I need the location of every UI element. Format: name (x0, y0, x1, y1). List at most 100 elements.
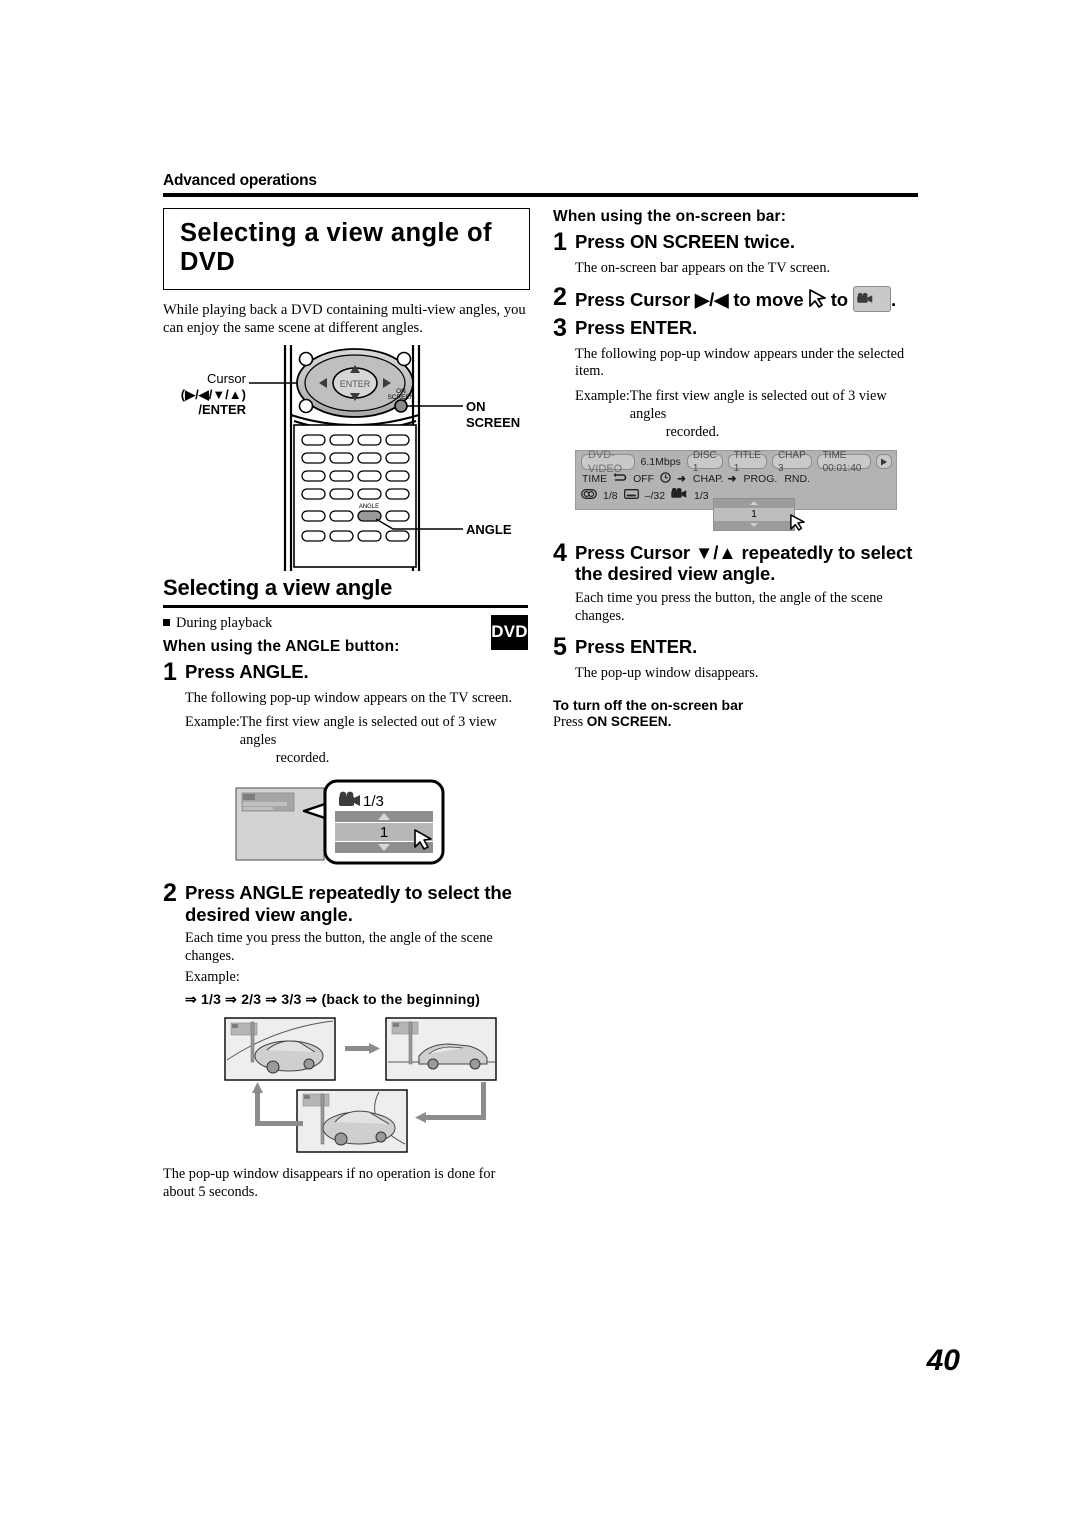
left-step-2-body: Each time you press the button, the angl… (185, 930, 493, 965)
left-step-1: 1 Press ANGLE. (163, 659, 528, 685)
left-example-label: Example: (185, 714, 240, 731)
right-step-1-body: The on-screen bar appears on the TV scre… (575, 260, 831, 276)
clock-icon (660, 472, 671, 486)
right-step-5: 5 Press ENTER. (553, 634, 920, 660)
left-step-1-number: 1 (163, 657, 177, 686)
osb-angle-value: 1/3 (694, 489, 709, 502)
inline-angle-camera-icon (857, 292, 873, 303)
osb-chapter-chip: CHAP 3 (771, 450, 812, 474)
right-step-3: 3 Press ENTER. (553, 315, 920, 341)
view-angle-examples-svg (224, 1017, 497, 1153)
osb-format-chip: DVD-VIDEO (581, 449, 635, 475)
triangle-down-icon (750, 523, 758, 528)
during-playback-line: During playback (163, 615, 528, 632)
left-step-1-title: Press ANGLE. (185, 660, 309, 682)
osb-disc-chip: DISC 1 (686, 450, 723, 474)
turn-off-heading: To turn off the on-screen bar (553, 696, 744, 713)
right-column: When using the on-screen bar: 1 Press ON… (553, 208, 920, 731)
right-step-3-body: The following pop-up window appears unde… (575, 345, 905, 380)
svg-text:ANGLE: ANGLE (359, 504, 379, 510)
right-subhead: When using the on-screen bar: (553, 208, 787, 225)
left-step-2-number: 2 (163, 879, 177, 907)
popup-down-row (714, 520, 794, 530)
cursor-keys-label: (▶/◀/▼/▲) (180, 387, 246, 403)
popup-up-row (714, 498, 794, 508)
page-number: 40 (926, 1344, 960, 1377)
section-heading: Selecting a view angle (163, 575, 393, 601)
osb-subtitle-value: –/32 (644, 489, 666, 502)
section-rule (163, 605, 528, 608)
popup-mouse-cursor-icon (790, 514, 805, 534)
manual-page: Advanced operations Selecting a view ang… (0, 0, 1080, 1528)
right-step-2-number: 2 (553, 282, 567, 311)
left-step-1-example: Example: The first view angle is selecte… (185, 714, 528, 768)
on-screen-bar-row-1: DVD-VIDEO 6.1Mbps DISC 1 TITLE 1 CHAP 3 … (581, 449, 892, 475)
left-subhead: When using the ANGLE button: (163, 637, 400, 655)
osb-clock-arrow: ➜ (677, 472, 686, 485)
right-step-4-number: 4 (553, 538, 567, 567)
osb-chapter-label: CHAP. (692, 472, 724, 485)
running-head-rule (163, 193, 918, 197)
on-screen-bar-popup: 1 (713, 497, 805, 531)
osb-program-label: PROG. (743, 472, 778, 485)
osb-repeat-value: OFF (633, 472, 655, 485)
right-step-3-title: Press ENTER. (575, 316, 698, 338)
osb-chapter-arrow: ➜ (727, 472, 737, 485)
right-step-4-body: Each time you press the button, the angl… (575, 590, 883, 624)
remote-control-figure: ENTER ON SCREEN ANGLE Cursor (▶/◀/▼/▲) /… (163, 343, 528, 575)
osb-time-chip: TIME 00:01:40 (816, 450, 871, 474)
left-step-2-title: Press ANGLE repeatedly to select the des… (185, 882, 512, 925)
triangle-up-icon (750, 501, 758, 506)
right-example-text: The first view angle is selected out of … (629, 388, 887, 440)
left-column: Selecting a view angle of DVD While play… (163, 208, 530, 1202)
left-example-text: The first view angle is selected out of … (239, 714, 497, 767)
osb-audio-value: 1/8 (603, 489, 618, 502)
subtitle-icon (623, 489, 639, 502)
angle-example-3 (296, 1089, 408, 1153)
left-step-2: 2 Press ANGLE repeatedly to select the d… (163, 880, 528, 925)
right-step-1-number: 1 (553, 228, 567, 256)
popup-value: 1 (714, 507, 794, 521)
left-step-2-sequence: ⇒ 1/3 ⇒ 2/3 ⇒ 3/3 ⇒ (back to the beginni… (185, 990, 481, 1007)
on-screen-callout-label: ON SCREEN (466, 399, 521, 430)
osb-random-label: RND. (784, 472, 810, 485)
running-head: Advanced operations (163, 172, 317, 189)
dvd-badge: DVD (491, 614, 528, 650)
view-angle-examples-figure (223, 1016, 528, 1156)
turn-off-text: Press ON SCREEN. (553, 713, 672, 730)
right-example-label: Example: (575, 388, 630, 405)
repeat-icon (613, 472, 627, 486)
osb-time-label: TIME (582, 472, 608, 485)
popup-angle-value-text: 1/3 (363, 793, 384, 810)
angle-camera-icon (671, 488, 688, 503)
inline-angle-chip (853, 285, 892, 312)
square-bullet-icon (163, 618, 170, 626)
angle-callout-label: ANGLE (466, 522, 512, 538)
right-step-4-title: Press Cursor ▼/▲ repeatedly to select th… (575, 541, 913, 585)
osb-bitrate: 6.1Mbps (640, 455, 681, 468)
right-step-2: 2 Press Cursor ▶/◀ to move to . (553, 284, 920, 313)
left-footnote: The pop-up window disappears if no opera… (163, 1165, 496, 1200)
right-step-1: 1 Press ON SCREEN twice. (553, 229, 920, 255)
audio-icon (581, 489, 597, 502)
intro-paragraph: While playing back a DVD containing mult… (163, 301, 526, 336)
right-step-5-title: Press ENTER. (575, 635, 698, 657)
right-step-5-number: 5 (553, 632, 567, 661)
left-step-2-example-label: Example: (185, 969, 240, 985)
enter-button-label: ENTER (340, 379, 371, 389)
right-step-5-body: The pop-up window disappears. (575, 664, 759, 681)
angle-example-1 (224, 1017, 336, 1081)
inline-mouse-cursor-icon (808, 289, 826, 313)
popup-selected-value-text: 1 (380, 824, 388, 841)
angle-popup-figure: 1/3 1 (163, 778, 528, 870)
right-step-2-title: Press Cursor ▶/◀ to move to . (575, 284, 896, 313)
right-step-3-example: Example: The first view angle is selecte… (575, 388, 920, 442)
cursor-label: Cursor (206, 371, 246, 387)
page-title-box: Selecting a view angle of DVD (163, 208, 530, 290)
right-step-4: 4 Press Cursor ▼/▲ repeatedly to select … (553, 540, 920, 585)
angle-example-2 (385, 1017, 497, 1081)
left-step-1-body: The following pop-up window appears on t… (185, 689, 513, 706)
right-step-1-title: Press ON SCREEN twice. (575, 231, 795, 252)
right-step-3-number: 3 (553, 313, 567, 342)
page-title: Selecting a view angle of DVD (180, 219, 492, 276)
